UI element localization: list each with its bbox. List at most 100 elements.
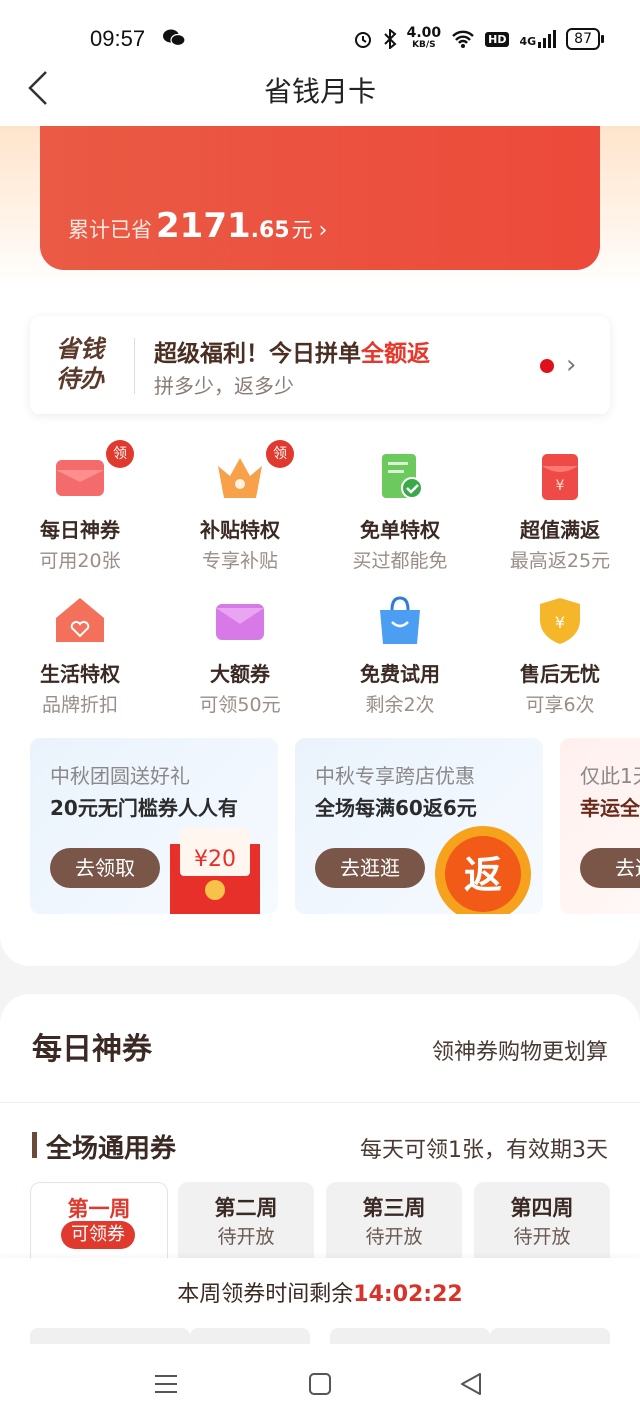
claim-badge: 领 xyxy=(266,440,294,468)
privilege-title: 免费试用 xyxy=(360,662,440,686)
promo-line1: 中秋专享跨店优惠 xyxy=(315,764,475,788)
coupon-envelope-icon xyxy=(216,604,264,640)
tab-week-2[interactable]: 第二周 待开放 xyxy=(178,1182,314,1258)
divider xyxy=(134,338,135,394)
privilege-item[interactable]: 免单特权 买过都能免 xyxy=(320,452,480,592)
week-status: 待开放 xyxy=(365,1226,423,1248)
savings-label: 累计已省 xyxy=(68,218,152,242)
privilege-title: 免单特权 xyxy=(360,518,440,542)
promo-line1: 仅此1天 xyxy=(580,764,640,788)
privilege-title: 补贴特权 xyxy=(200,518,280,542)
privilege-item[interactable]: ¥ 售后无忧 可享6次 xyxy=(480,596,640,736)
week-name: 第三周 xyxy=(362,1196,426,1220)
privilege-item[interactable]: 免费试用 剩余2次 xyxy=(320,596,480,736)
divider xyxy=(0,1102,640,1103)
shopping-bag-icon xyxy=(380,596,420,644)
todo-logo: 省钱 待办 xyxy=(56,334,120,394)
week-name: 第四周 xyxy=(510,1196,574,1220)
savings-amount-int: 2171 xyxy=(156,206,251,246)
net-speed-value: 4.00 xyxy=(406,25,442,41)
wechat-icon xyxy=(163,29,186,47)
week-name: 第二周 xyxy=(214,1196,278,1220)
signal-icon: 4G xyxy=(519,30,557,48)
privilege-item[interactable]: 大额券 可领50元 xyxy=(160,596,320,736)
privilege-subtitle: 买过都能免 xyxy=(352,550,448,572)
tab-week-4[interactable]: 第四周 待开放 xyxy=(474,1182,610,1258)
status-icons: 4.00 KB/S HD 4G 87 xyxy=(353,25,604,52)
system-nav-bar xyxy=(0,1346,640,1422)
countdown-value: 14:02:22 xyxy=(353,1282,463,1307)
coupon-placeholder xyxy=(330,1328,490,1344)
todo-logo-line1: 省钱 xyxy=(56,335,104,363)
general-coupon-note: 每天可领1张，有效期3天 xyxy=(360,1138,608,1163)
countdown-label: 本周领券时间剩余 xyxy=(177,1282,354,1307)
privilege-subtitle: 可用20张 xyxy=(39,550,121,572)
section-subtitle: 领神券购物更划算 xyxy=(431,1040,608,1065)
privilege-title: 每日神券 xyxy=(40,518,120,542)
claim-badge: 领 xyxy=(106,440,134,468)
coupon-20-art: ¥20 xyxy=(170,828,260,914)
browse-button[interactable]: 去逛逛 xyxy=(315,848,425,888)
todo-title-prefix: 超级福利！今日拼单 xyxy=(154,341,361,367)
home-heart-icon xyxy=(56,598,104,642)
todo-title-highlight: 全额返 xyxy=(361,341,430,367)
general-coupon-title: 全场通用券 xyxy=(46,1134,177,1164)
savings-card[interactable] xyxy=(40,126,600,270)
todo-subtitle: 拼多少，返多少 xyxy=(154,374,294,398)
svg-text:¥: ¥ xyxy=(556,478,565,494)
notification-dot xyxy=(540,359,554,373)
countdown-text: 本周领券时间剩余14:02:22 xyxy=(177,1276,462,1308)
promo-card[interactable]: 中秋专享跨店优惠 全场每满60返6元 去逛逛 返 xyxy=(295,738,543,914)
privilege-subtitle: 可领50元 xyxy=(199,694,281,716)
chevron-right-icon[interactable]: › xyxy=(566,350,576,380)
promo-line2: 幸运全 xyxy=(580,796,640,820)
page-header: 省钱月卡 xyxy=(0,54,640,126)
privilege-subtitle: 可享6次 xyxy=(525,694,595,716)
privilege-subtitle: 最高返25元 xyxy=(509,550,611,572)
week-status: 可领券 xyxy=(61,1221,135,1249)
shield-yuan-icon: ¥ xyxy=(540,598,580,644)
status-time: 09:57 xyxy=(90,26,146,51)
hd-badge: HD xyxy=(485,31,510,47)
week-name: 第一周 xyxy=(67,1197,131,1221)
savings-unit: 元 xyxy=(291,218,313,242)
privilege-title: 超值满返 xyxy=(520,518,600,542)
privilege-title: 大额券 xyxy=(210,662,270,686)
privilege-item[interactable]: ¥ 超值满返 最高返25元 xyxy=(480,452,640,592)
chevron-right-icon: › xyxy=(318,218,328,243)
free-order-icon xyxy=(382,454,423,499)
promo-line1: 中秋团圆送好礼 xyxy=(50,764,190,788)
privilege-title: 售后无忧 xyxy=(520,662,600,686)
cashback-envelope-icon: ¥ xyxy=(542,454,578,500)
coupon-placeholder xyxy=(30,1328,190,1344)
savings-todo-card[interactable]: 省钱 待办 超级福利！今日拼单全额返 拼多少，返多少 › xyxy=(30,316,610,414)
privilege-subtitle: 专享补贴 xyxy=(201,550,278,572)
menu-icon[interactable] xyxy=(148,1366,184,1402)
week-status: 待开放 xyxy=(513,1226,571,1248)
privilege-item[interactable]: 生活特权 品牌折扣 xyxy=(0,596,160,736)
privilege-item[interactable]: 领 每日神券 可用20张 xyxy=(0,440,160,592)
coupon-amount: ¥20 xyxy=(194,847,236,872)
promo-card[interactable]: 仅此1天 幸运全 去逛 xyxy=(560,738,640,914)
alarm-icon xyxy=(354,32,371,48)
home-square-icon[interactable] xyxy=(302,1366,338,1402)
wifi-icon xyxy=(452,30,474,48)
promo-card[interactable]: 中秋团圆送好礼 20元无门槛券人人有 去领取 ¥20 xyxy=(30,738,278,914)
savings-total[interactable]: 累计已省 2171 .65 元 › xyxy=(68,206,327,246)
battery-level: 87 xyxy=(566,28,604,50)
signal-type: 4G xyxy=(519,35,537,48)
cashback-symbol: 返 xyxy=(464,853,502,897)
red-envelope-icon xyxy=(56,460,104,496)
page-title: 省钱月卡 xyxy=(263,75,376,108)
claim-button[interactable]: 去领取 xyxy=(50,848,160,888)
back-triangle-icon[interactable] xyxy=(454,1366,490,1402)
browse-button[interactable]: 去逛 xyxy=(580,848,640,888)
promo-line2: 全场每满60返6元 xyxy=(315,796,477,820)
privilege-item[interactable]: 领 补贴特权 专享补贴 xyxy=(160,440,320,592)
tab-week-3[interactable]: 第三周 待开放 xyxy=(326,1182,462,1258)
tab-week-1[interactable]: 第一周 可领券 xyxy=(30,1182,168,1259)
crown-icon xyxy=(218,458,262,498)
section-title: 每日神券 xyxy=(32,1032,152,1067)
svg-text:¥: ¥ xyxy=(555,613,565,632)
net-speed: 4.00 KB/S xyxy=(406,25,442,51)
